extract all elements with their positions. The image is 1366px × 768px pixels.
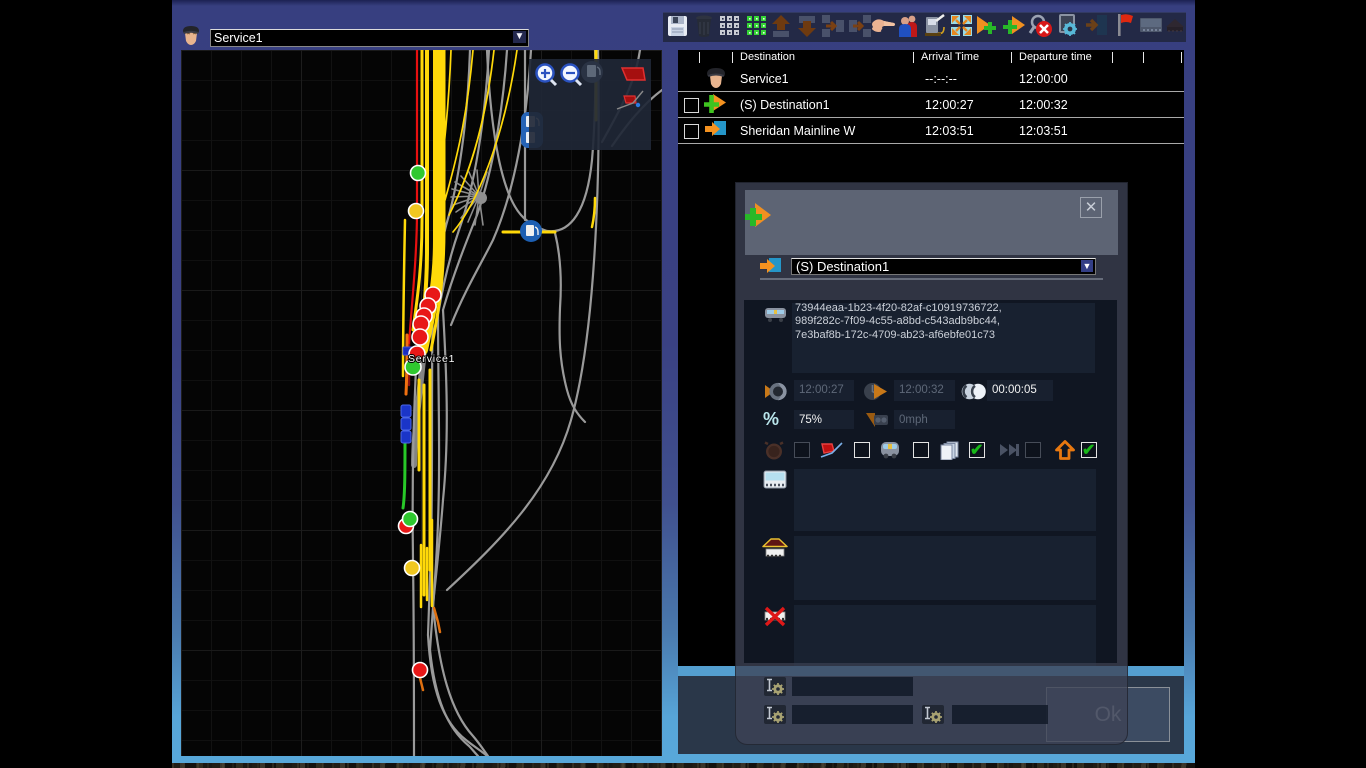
- svg-text:Service1: Service1: [408, 353, 455, 365]
